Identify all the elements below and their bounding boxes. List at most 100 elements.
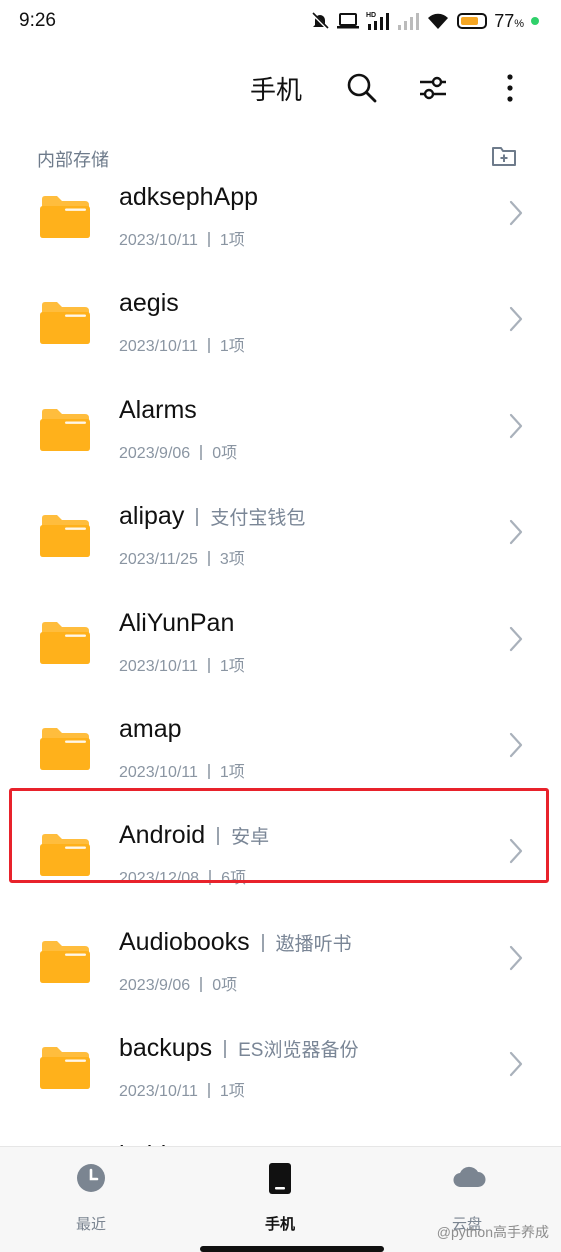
chevron-right-icon (508, 1050, 524, 1078)
folder-name-text: alipay (119, 502, 185, 531)
folder-icon (39, 1046, 91, 1090)
battery-percent: 77% (494, 10, 524, 31)
folder-row[interactable]: AliYunPan 2023/10/11 1项 (0, 589, 561, 695)
battery-icon (457, 13, 488, 29)
folder-icon (39, 195, 91, 239)
nav-cloud[interactable]: 云盘 (427, 1161, 507, 1233)
meta-separator (200, 444, 203, 460)
file-list[interactable]: adksephApp 2023/10/11 1项 aegis 2023/10/11 1项 A… (0, 186, 561, 1146)
folder-item-count: 0项 (212, 976, 238, 994)
folder-name-text: backups (119, 1034, 213, 1063)
laptop-icon (337, 13, 360, 29)
new-folder-icon (492, 147, 516, 166)
meta-separator (207, 764, 210, 779)
folder-name-text: AliYunPan (119, 608, 235, 637)
folder-meta: 2023/9/06 0项 (119, 439, 237, 463)
folder-date: 2023/10/11 (119, 232, 198, 249)
folder-name-text: amap (119, 715, 182, 743)
folder-name-text: Alarms (119, 395, 197, 424)
hd-label: HD (366, 12, 376, 19)
chevron-right-icon (508, 625, 524, 653)
chevron-right-icon (508, 412, 524, 440)
nav-recent[interactable]: 最近 (51, 1161, 131, 1233)
storage-label[interactable]: 内部存储 (37, 146, 109, 172)
folder-meta: 2023/10/11 1项 (119, 652, 245, 676)
folder-icon (39, 408, 91, 452)
folder-name: amap (119, 715, 182, 744)
file-manager-screen: 9:26 HD 77% 手机 内部存储 adksephApp 2023/10/1… (0, 0, 561, 1252)
folder-icon (39, 940, 91, 984)
folder-alias: ES浏览器备份 (224, 1035, 358, 1062)
folder-icon (39, 727, 91, 771)
chevron-right-icon (508, 731, 524, 759)
meta-separator (207, 657, 210, 673)
folder-alias: 支付宝钱包 (196, 503, 305, 530)
chevron-right-icon (508, 199, 524, 227)
status-time: 9:26 (19, 10, 56, 31)
folder-item-count: 1项 (219, 232, 245, 249)
folder-icon (39, 514, 91, 558)
folder-row[interactable]: adksephApp 2023/10/11 1项 (0, 186, 561, 269)
folder-row[interactable]: amap 2023/10/11 1项 (0, 695, 561, 801)
chevron-right-icon (508, 518, 524, 546)
folder-name-text: adksephApp (119, 186, 259, 211)
folder-row[interactable]: baidu百度 (0, 1121, 561, 1146)
home-indicator[interactable] (200, 1246, 384, 1252)
status-icons: HD 77% (310, 8, 539, 34)
folder-row[interactable]: backups ES浏览器备份 2023/10/11 1项 (0, 1014, 561, 1120)
folder-meta: 2023/10/11 1项 (119, 226, 245, 250)
folder-meta: 2023/10/11 1项 (119, 332, 245, 356)
highlight-box (9, 788, 549, 883)
folder-alias: 遨播听书 (262, 929, 352, 956)
folder-meta: 2023/11/25 3项 (119, 545, 245, 569)
clock-icon (77, 1164, 105, 1192)
meta-separator (200, 976, 203, 992)
folder-item-count: 1项 (219, 764, 245, 781)
folder-item-count: 1项 (219, 338, 245, 356)
folder-name: Alarms (119, 396, 197, 425)
folder-meta: 2023/10/11 1项 (119, 758, 245, 782)
folder-row[interactable]: Alarms 2023/9/06 0项 (0, 376, 561, 482)
chevron-right-icon (508, 944, 524, 972)
filter-icon (420, 76, 446, 100)
folder-date: 2023/10/11 (119, 338, 198, 356)
folder-name: AliYunPan (119, 609, 234, 638)
hd-signal-icon: HD (366, 12, 390, 30)
folder-date: 2023/10/11 (119, 1083, 198, 1101)
folder-name-text: aegis (119, 289, 179, 318)
folder-row[interactable]: alipay 支付宝钱包 2023/11/25 3项 (0, 482, 561, 588)
folder-name-text: Audiobooks (119, 927, 250, 956)
app-header: 手机 (0, 60, 561, 116)
nav-recent-label: 最近 (75, 1216, 106, 1233)
wifi-icon (428, 13, 449, 29)
folder-date: 2023/10/11 (119, 764, 198, 781)
folder-icon (39, 621, 91, 665)
folder-name: backups ES浏览器备份 (119, 1034, 358, 1063)
meta-separator (207, 338, 210, 354)
meta-separator (207, 551, 210, 567)
cloud-icon (453, 1166, 486, 1188)
more-button[interactable] (490, 68, 530, 108)
more-icon (507, 74, 513, 102)
folder-date: 2023/11/25 (119, 551, 198, 569)
signal-icon (398, 13, 420, 30)
folder-meta: 2023/10/11 1项 (119, 1077, 245, 1101)
folder-row[interactable]: Audiobooks 遨播听书 2023/9/06 0项 (0, 908, 561, 1014)
folder-date: 2023/9/06 (119, 976, 191, 994)
folder-item-count: 3项 (219, 551, 245, 569)
folder-row[interactable]: aegis 2023/10/11 1项 (0, 269, 561, 375)
search-button[interactable] (342, 68, 382, 108)
dot-indicator (531, 17, 539, 25)
status-bar: 9:26 HD 77% (0, 0, 561, 44)
folder-item-count: 0项 (212, 444, 238, 462)
meta-separator (207, 1083, 210, 1099)
folder-date: 2023/10/11 (119, 657, 198, 675)
new-folder-button[interactable] (491, 144, 521, 174)
nav-phone[interactable]: 手机 (240, 1161, 320, 1233)
location-bar: 内部存储 (0, 140, 561, 178)
folder-icon (39, 301, 91, 345)
nav-phone-label: 手机 (264, 1216, 295, 1233)
filter-button[interactable] (413, 68, 453, 108)
folder-item-count: 1项 (219, 1083, 245, 1101)
folder-meta: 2023/9/06 0项 (119, 971, 237, 995)
